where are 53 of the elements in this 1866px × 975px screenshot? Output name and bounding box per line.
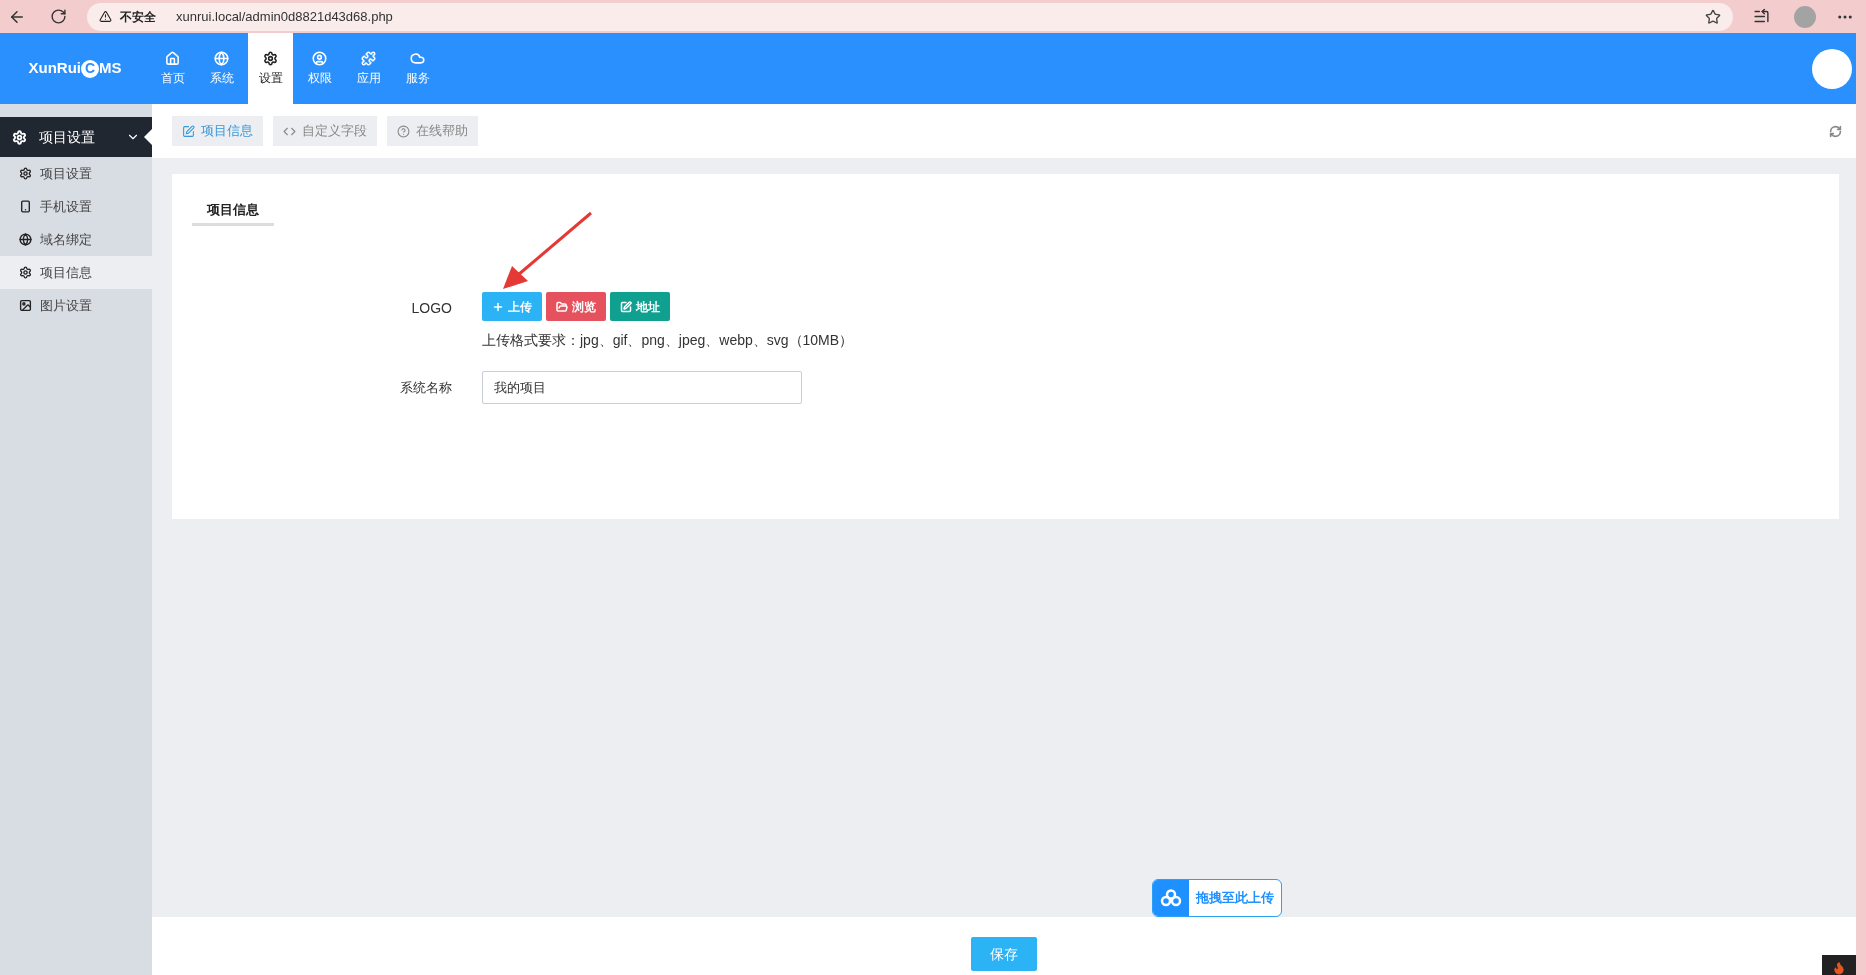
sidebar-item[interactable]: 项目设置	[0, 157, 152, 190]
field-label: LOGO	[410, 299, 453, 318]
security-label: 不安全	[120, 8, 156, 26]
gear-icon	[12, 129, 27, 145]
upload-hint: 上传格式要求：jpg、gif、png、jpeg、webp、svg（10MB）	[482, 331, 854, 350]
nav-tab[interactable]: 首页	[150, 33, 195, 104]
edit-icon	[620, 300, 632, 313]
user-icon	[312, 50, 327, 66]
logo: XunRui C MS	[27, 58, 123, 80]
puzzle-icon	[361, 50, 376, 66]
folder-icon	[556, 300, 568, 313]
image-icon	[19, 299, 32, 312]
edit-icon	[182, 124, 195, 138]
address-button[interactable]: 地址	[610, 292, 670, 321]
browse-button[interactable]: 浏览	[546, 292, 606, 321]
sidebar-item[interactable]: 域名绑定	[0, 223, 152, 256]
field-label: 系统名称	[399, 378, 453, 397]
address-bar[interactable]: 不安全 xunrui.local/admin0d8821d43d68.php	[87, 2, 1733, 31]
url-text: xunrui.local/admin0d8821d43d68.php	[176, 7, 393, 26]
upload-button[interactable]: 上传	[482, 292, 542, 321]
nav-tab[interactable]: 设置	[248, 33, 293, 104]
section-tab[interactable]: 项目信息	[207, 192, 259, 223]
nav-tab[interactable]: 服务	[395, 33, 440, 104]
cloud-icon	[1160, 889, 1182, 907]
home-icon	[165, 50, 180, 66]
plus-icon	[492, 300, 504, 313]
cloud-icon	[410, 50, 425, 66]
toolbar-tab[interactable]: 自定义字段	[273, 116, 377, 146]
nav-tab[interactable]: 权限	[297, 33, 342, 104]
toolbar-tab[interactable]: 项目信息	[172, 116, 263, 146]
sidebar-group-header[interactable]: 项目设置	[0, 117, 152, 157]
gear-icon	[19, 167, 32, 180]
sidebar-item[interactable]: 手机设置	[0, 190, 152, 223]
flame-icon	[1832, 961, 1846, 975]
save-button[interactable]: 保存	[971, 937, 1037, 971]
name-field[interactable]: 我的项目	[482, 371, 802, 404]
star-icon[interactable]	[1705, 8, 1721, 25]
warning-icon	[99, 10, 112, 23]
globe-icon	[19, 233, 32, 246]
user-avatar[interactable]	[1812, 48, 1852, 89]
toolbar-tab[interactable]: 在线帮助	[387, 116, 478, 146]
drop-upload-badge[interactable]: 拖拽至此上传	[1152, 879, 1282, 917]
sidebar-item[interactable]: 项目信息	[0, 256, 152, 289]
reload-icon[interactable]	[50, 8, 67, 25]
globe-icon	[214, 50, 229, 66]
nav-tab[interactable]: 应用	[346, 33, 391, 104]
gear-icon	[19, 266, 32, 279]
refresh-icon[interactable]	[1829, 124, 1842, 138]
flame-button[interactable]	[1822, 955, 1856, 975]
help-icon	[397, 124, 410, 138]
phone-icon	[19, 200, 32, 213]
sidebar-item[interactable]: 图片设置	[0, 289, 152, 322]
nav-tab[interactable]: 系统	[199, 33, 244, 104]
